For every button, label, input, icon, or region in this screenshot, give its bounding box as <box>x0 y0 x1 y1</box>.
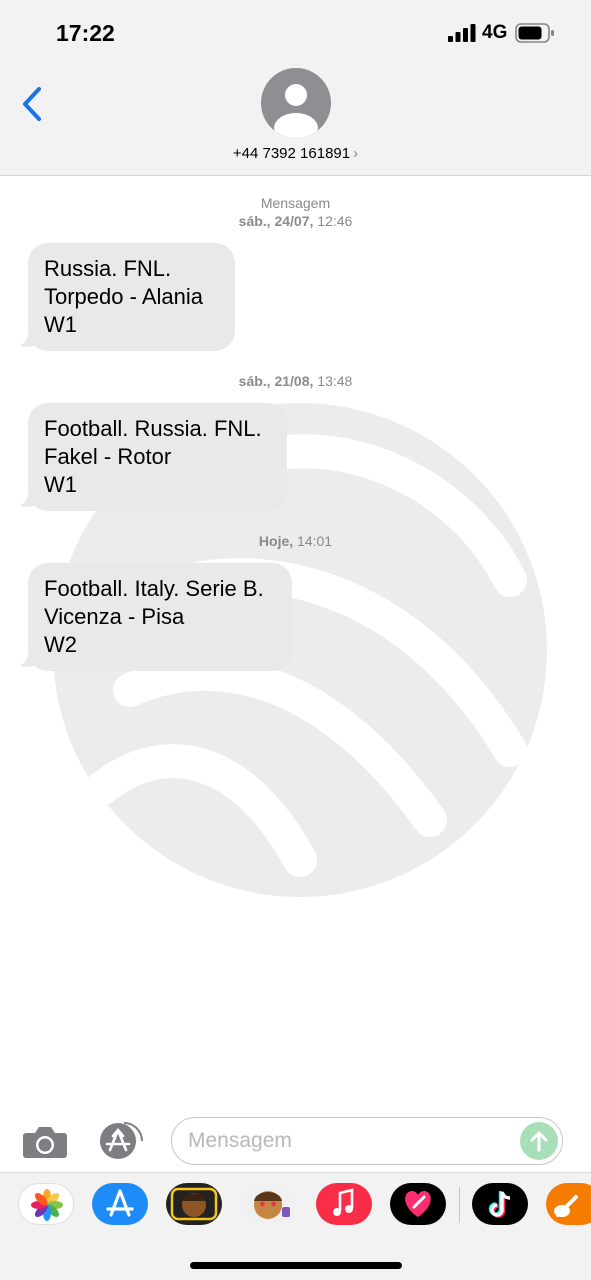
contact-avatar[interactable] <box>261 68 331 138</box>
timestamp-date: Hoje, <box>258 533 294 549</box>
battery-icon <box>515 23 554 43</box>
bubble-tail <box>20 486 44 507</box>
digital-touch-icon[interactable] <box>390 1183 446 1225</box>
message-input-container <box>171 1117 563 1165</box>
signal-icon <box>448 24 476 42</box>
message-service-label: Mensagem <box>260 195 331 211</box>
timestamp: sáb., 21/08, 13:48 <box>0 372 591 390</box>
memoji-stickers-icon[interactable] <box>240 1183 296 1225</box>
conversation-header: 17:22 4G +44 7392 161891 › <box>0 0 591 176</box>
message-bubble[interactable]: Football. Russia. FNL. Fakel - Rotor W1 <box>28 403 287 511</box>
timestamp-time: 13:48 <box>317 373 353 389</box>
bubble-tail <box>20 326 44 347</box>
contact-name[interactable]: +44 7392 161891 › <box>0 145 591 162</box>
drawer-divider <box>459 1187 460 1223</box>
timestamp: Mensagem sáb., 24/07, 12:46 <box>0 194 591 230</box>
message-line: Russia. FNL. <box>44 256 172 281</box>
camera-icon[interactable] <box>22 1124 68 1160</box>
message-line: Fakel - Rotor <box>44 444 172 469</box>
tiktok-icon[interactable] <box>472 1183 528 1225</box>
music-icon[interactable] <box>316 1183 372 1225</box>
message-line: Torpedo - Alania <box>44 284 203 309</box>
arrow-up-icon <box>530 1131 548 1152</box>
timestamp-date: sáb., 24/07, <box>238 213 314 229</box>
message-bubble[interactable]: Russia. FNL. Torpedo - Alania W1 <box>28 243 235 351</box>
bubble-tail <box>20 646 44 667</box>
memoji-icon[interactable] <box>166 1183 222 1225</box>
status-time: 17:22 <box>56 20 115 46</box>
chevron-right-icon: › <box>353 145 359 162</box>
back-button[interactable] <box>20 86 44 122</box>
message-line: Vicenza - Pisa <box>44 604 185 629</box>
timestamp-date: sáb., 21/08, <box>238 373 314 389</box>
message-input[interactable] <box>188 1128 508 1154</box>
message-bubble[interactable]: Football. Italy. Serie B. Vicenza - Pisa… <box>28 563 292 671</box>
app-store-apps-icon[interactable] <box>96 1122 146 1160</box>
photos-icon[interactable] <box>18 1183 74 1225</box>
message-line: Football. Italy. Serie B. <box>44 576 264 601</box>
send-button[interactable] <box>520 1122 558 1160</box>
message-line: W1 <box>44 472 77 497</box>
timestamp: Hoje, 14:01 <box>0 532 591 550</box>
messages-screen: 17:22 4G +44 7392 161891 › Mensagem sáb.… <box>0 0 591 1280</box>
message-line: W2 <box>44 632 77 657</box>
app-store-icon[interactable] <box>92 1183 148 1225</box>
timestamp-time: 12:46 <box>317 213 353 229</box>
timestamp-time: 14:01 <box>297 533 333 549</box>
message-line: W1 <box>44 312 77 337</box>
garageband-icon[interactable] <box>546 1183 591 1225</box>
network-type: 4G <box>482 22 508 43</box>
message-line: Football. Russia. FNL. <box>44 416 262 441</box>
home-indicator[interactable] <box>190 1262 402 1269</box>
contact-number: +44 7392 161891 <box>232 145 351 162</box>
